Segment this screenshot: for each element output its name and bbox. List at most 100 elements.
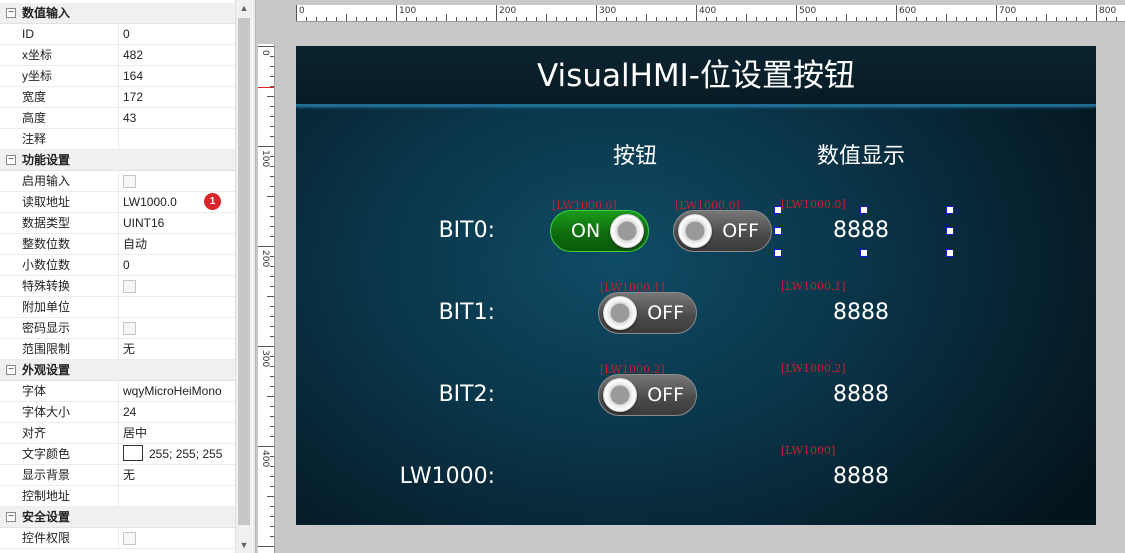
scroll-thumb[interactable] [238, 18, 250, 525]
lw1000-value-display[interactable]: 8888 [775, 464, 947, 489]
ruler-tick [267, 196, 274, 197]
selection-handle[interactable] [946, 249, 954, 257]
ruler-tick [258, 546, 274, 547]
property-name: 密码显示 [0, 318, 119, 339]
property-value[interactable] [119, 486, 235, 507]
panel-splitter[interactable] [253, 0, 256, 553]
property-category[interactable]: − 功能设置 [0, 150, 235, 171]
ruler-tick [366, 17, 367, 21]
ruler-tick [516, 17, 517, 21]
property-row[interactable]: ID 0 [0, 24, 235, 45]
color-swatch[interactable] [123, 445, 143, 462]
selection-handle[interactable] [946, 227, 954, 235]
ruler-tick [776, 17, 777, 21]
property-row[interactable]: 整数位数 自动 [0, 234, 235, 255]
hmi-screen[interactable]: VisualHMI-位设置按钮 按钮 数值显示 BIT0: [LW1000.0]… [296, 46, 1096, 525]
property-row[interactable]: 控件权限 [0, 528, 235, 549]
property-value[interactable] [119, 276, 235, 297]
property-checkbox[interactable] [123, 280, 136, 293]
property-scrollbar[interactable]: ▲ ▼ [235, 0, 252, 553]
property-row[interactable]: y坐标 164 [0, 66, 235, 87]
property-category[interactable]: − 安全设置 [0, 507, 235, 528]
property-value[interactable]: UINT16 [119, 213, 235, 234]
bit1-switch[interactable]: OFF [598, 292, 697, 334]
design-canvas[interactable]: 0 100 200 300 400 500 600 700 800 0 100 200 300 400 … [253, 0, 1125, 553]
property-row[interactable]: 附加单位 [0, 297, 235, 318]
property-row[interactable]: 读取地址 LW1000.0 [0, 192, 235, 213]
property-value[interactable] [119, 528, 235, 549]
property-row[interactable]: 字体 wqyMicroHeiMono [0, 381, 235, 402]
ruler-tick [270, 416, 274, 417]
property-value[interactable] [119, 297, 235, 318]
property-row[interactable]: 数据类型 UINT16 [0, 213, 235, 234]
ruler-tick [586, 17, 587, 21]
property-value[interactable] [119, 129, 235, 150]
selection-handle[interactable] [774, 206, 782, 214]
hmi-title-bar: VisualHMI-位设置按钮 [296, 46, 1096, 106]
property-row[interactable]: 宽度 172 [0, 87, 235, 108]
ruler-tick [506, 17, 507, 21]
selection-handle[interactable] [774, 249, 782, 257]
property-name: 文字颜色 [0, 444, 119, 465]
property-value[interactable]: 居中 [119, 423, 235, 444]
property-value[interactable]: 0 [119, 24, 235, 45]
property-value[interactable]: 164 [119, 66, 235, 87]
ruler-label: 500 [799, 6, 817, 16]
property-checkbox[interactable] [123, 532, 136, 545]
property-value[interactable]: 255; 255; 255 [119, 444, 235, 465]
bit2-switch[interactable]: OFF [598, 374, 697, 416]
ruler-tick [270, 506, 274, 507]
property-row[interactable]: 注释 [0, 129, 235, 150]
bit1-value-display[interactable]: 8888 [775, 300, 947, 325]
selection-handle[interactable] [860, 249, 868, 257]
property-category[interactable]: − 数值输入 [0, 3, 235, 24]
ruler-tick [446, 14, 447, 21]
selection-handle[interactable] [774, 227, 782, 235]
category-label: 数值输入 [22, 6, 71, 20]
bit0-value-display[interactable]: 8888 [775, 218, 947, 243]
property-row[interactable]: 特殊转换 [0, 276, 235, 297]
property-name: ID [0, 24, 119, 45]
property-value[interactable]: 24 [119, 402, 235, 423]
property-row[interactable]: 启用输入 [0, 171, 235, 192]
property-value[interactable]: 0 [119, 255, 235, 276]
property-row[interactable]: 密码显示 [0, 318, 235, 339]
bit0-off-switch[interactable]: OFF [673, 210, 772, 252]
bit2-value-display[interactable]: 8888 [775, 382, 947, 407]
property-row[interactable]: 高度 43 [0, 108, 235, 129]
property-row[interactable]: 文字颜色 255; 255; 255 [0, 444, 235, 465]
scroll-up-arrow-icon[interactable]: ▲ [236, 0, 252, 16]
ruler-tick [270, 56, 274, 57]
ruler-tick [996, 5, 997, 21]
bit0-on-switch[interactable]: ON [550, 210, 649, 252]
property-category[interactable]: − 外观设置 [0, 360, 235, 381]
property-value[interactable]: 172 [119, 87, 235, 108]
property-checkbox[interactable] [123, 175, 136, 188]
property-value[interactable] [119, 171, 235, 192]
property-value[interactable]: 43 [119, 108, 235, 129]
property-value[interactable]: 482 [119, 45, 235, 66]
property-value[interactable]: 无 [119, 339, 235, 360]
property-value[interactable]: 无 [119, 465, 235, 486]
ruler-tick [976, 17, 977, 21]
property-row[interactable]: 对齐 居中 [0, 423, 235, 444]
bit2-value-address: [LW1000.2] [781, 362, 846, 375]
scroll-down-arrow-icon[interactable]: ▼ [236, 537, 252, 553]
property-row[interactable]: 显示背景无 [0, 465, 235, 486]
property-row[interactable]: x坐标 482 [0, 45, 235, 66]
property-row[interactable]: 小数位数 0 [0, 255, 235, 276]
selection-handle[interactable] [946, 206, 954, 214]
property-value[interactable]: 自动 [119, 234, 235, 255]
property-value[interactable] [119, 318, 235, 339]
property-row[interactable]: 范围限制无 [0, 339, 235, 360]
ruler-tick [526, 17, 527, 21]
property-row[interactable]: 字体大小 24 [0, 402, 235, 423]
property-checkbox[interactable] [123, 322, 136, 335]
property-value[interactable]: wqyMicroHeiMono [119, 381, 235, 402]
ruler-tick [486, 17, 487, 21]
property-row[interactable]: 控制地址 [0, 486, 235, 507]
ruler-tick [270, 526, 274, 527]
ruler-tick [270, 116, 274, 117]
ruler-tick [1026, 17, 1027, 21]
selection-handle[interactable] [860, 206, 868, 214]
